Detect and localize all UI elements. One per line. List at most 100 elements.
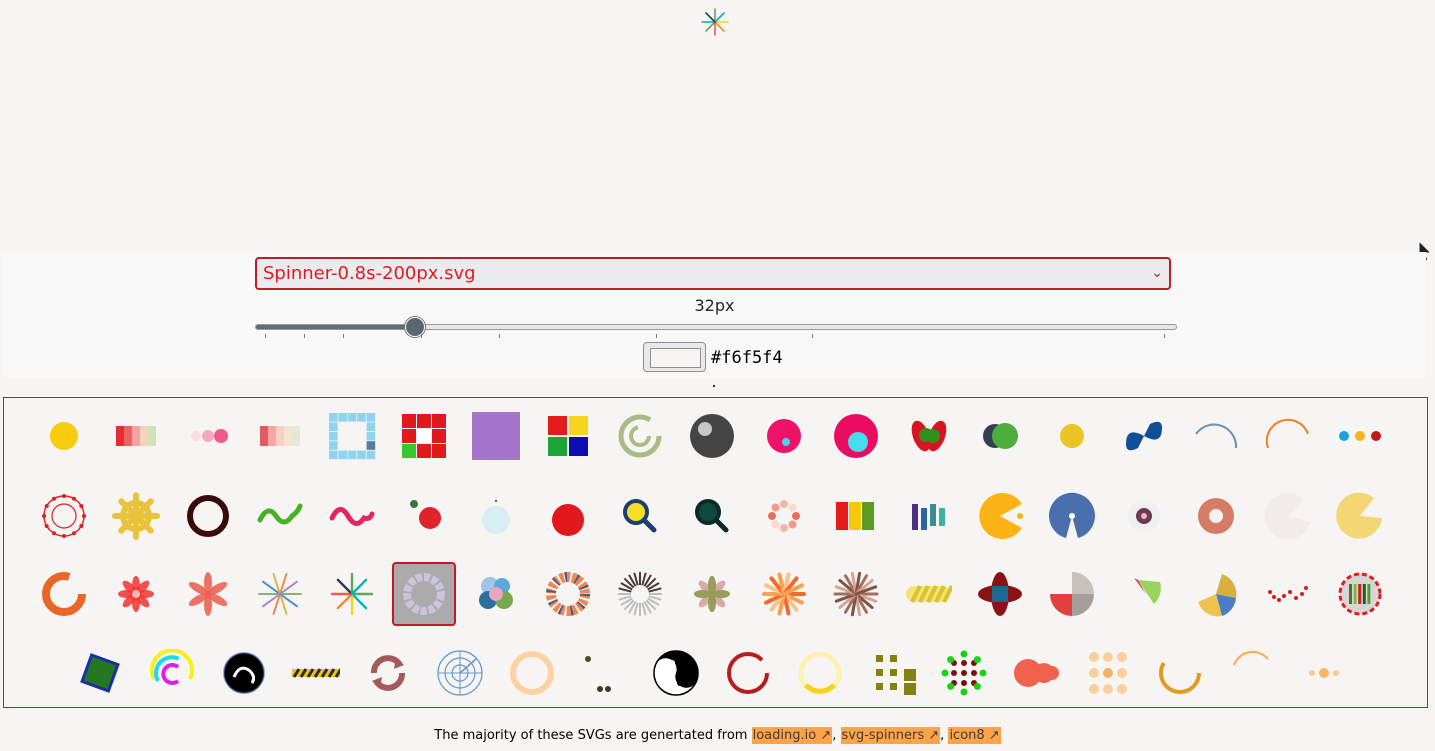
spinner-option-lavender-ring[interactable] <box>392 562 456 626</box>
spinner-option-radar[interactable] <box>428 641 492 705</box>
spinner-option-cross-quad[interactable] <box>968 562 1032 626</box>
spinner-option-yellow-sun[interactable] <box>104 484 168 548</box>
slider-tick <box>812 334 813 338</box>
spinner-option-red-network[interactable] <box>32 484 96 548</box>
footer-text: The majority of these SVGs are genertate… <box>434 728 752 743</box>
cross-quad-icon <box>978 572 1022 616</box>
pale-ring-icon <box>798 651 842 695</box>
spinner-option-brown-burst[interactable] <box>824 562 888 626</box>
spinner-option-pink-wave[interactable] <box>320 484 384 548</box>
spinner-option-green-wave[interactable] <box>248 484 312 548</box>
spinner-option-green-wedge[interactable] <box>1112 562 1176 626</box>
spinner-option-eye-circle[interactable] <box>1112 484 1176 548</box>
spinner-option-blue-blobs[interactable] <box>464 562 528 626</box>
spinner-option-dark-ring[interactable] <box>176 484 240 548</box>
spinner-option-color-squares[interactable] <box>536 404 600 468</box>
spinner-option-orange-arc-ring[interactable] <box>32 562 96 626</box>
spinner-option-yin-yang[interactable] <box>644 641 708 705</box>
spinner-option-pink-dots[interactable] <box>176 404 240 468</box>
spinner-option-search-yellow[interactable] <box>608 484 672 548</box>
spinner-option-dark-green-pair[interactable] <box>968 404 1032 468</box>
spinner-option-small-dots[interactable] <box>572 641 636 705</box>
spinner-option-thin-arc[interactable] <box>1220 641 1284 705</box>
spinner-option-red-green-bean[interactable] <box>896 404 960 468</box>
spinner-option-star-burst-spinner[interactable] <box>320 562 384 626</box>
spinner-option-yellow-dot[interactable] <box>1040 404 1104 468</box>
purple-square-icon <box>472 412 520 460</box>
slider-tick <box>656 334 657 338</box>
spinner-option-green-red-dots[interactable] <box>932 641 996 705</box>
spinner-option-dark-ball[interactable] <box>680 404 744 468</box>
spinner-option-star-spinner[interactable] <box>248 562 312 626</box>
loading-io-link[interactable]: loading.io ↗ <box>751 727 833 744</box>
blue-pie-icon <box>1049 492 1095 538</box>
spinner-option-circle-pulse[interactable] <box>32 404 96 468</box>
c-arrow-icon <box>618 414 662 458</box>
green-wave-icon <box>257 503 303 525</box>
spinner-file-select[interactable]: Spinner-0.8s-200px.svg ⌄ <box>255 257 1171 290</box>
spinner-option-striped-donut[interactable] <box>536 562 600 626</box>
spinner-option-orange-arc[interactable] <box>1256 404 1320 468</box>
spinner-option-pie-segments[interactable] <box>1040 562 1104 626</box>
thin-arc-icon <box>1233 650 1269 666</box>
spinner-option-pale-pie[interactable] <box>1256 484 1320 548</box>
spinner-option-search-green[interactable] <box>680 484 744 548</box>
spinner-option-olive-squares[interactable] <box>860 641 924 705</box>
spinner-option-striped-capsule[interactable] <box>896 562 960 626</box>
spinner-option-coral-flower[interactable] <box>176 562 240 626</box>
spinner-option-red-ring[interactable] <box>716 641 780 705</box>
spinner-option-red-blobs[interactable] <box>1004 641 1068 705</box>
spinner-option-blue-arc[interactable] <box>1184 404 1248 468</box>
spinner-option-red-circle[interactable] <box>536 484 600 548</box>
spinner-option-small-blue-circle[interactable] <box>464 484 528 548</box>
spinner-option-caution-stripe[interactable] <box>284 641 348 705</box>
color-squares-icon <box>548 416 588 456</box>
spinner-option-peach-ring[interactable] <box>500 641 564 705</box>
size-slider[interactable] <box>255 317 1177 337</box>
search-yellow-icon <box>623 499 657 533</box>
spinner-option-bar-chart[interactable] <box>896 484 960 548</box>
slider-tick <box>499 334 500 338</box>
spinner-option-two-balls[interactable] <box>392 484 456 548</box>
spinner-option-purple-square[interactable] <box>464 404 528 468</box>
spinner-option-color-pie[interactable] <box>1184 562 1248 626</box>
spinner-option-black-blob[interactable] <box>212 641 276 705</box>
spinner-option-red-blocks[interactable] <box>392 404 456 468</box>
spinner-option-red-flower[interactable] <box>104 562 168 626</box>
spinner-option-peach-dot-grid[interactable] <box>1076 641 1140 705</box>
spinner-option-radial-lines[interactable] <box>608 562 672 626</box>
spinner-option-cyan-magenta-arcs[interactable] <box>140 641 204 705</box>
size-slider-thumb[interactable] <box>405 317 425 337</box>
spinner-option-peach-dots-row[interactable] <box>1292 641 1356 705</box>
black-blob-icon <box>223 652 265 694</box>
spinner-option-pink-cyan-circle[interactable] <box>824 404 888 468</box>
spinner-option-barrel-ring[interactable] <box>1328 562 1392 626</box>
spinner-option-pacman-yellow[interactable] <box>968 484 1032 548</box>
spinner-option-color-bars[interactable] <box>824 484 888 548</box>
spinner-option-blue-infinity[interactable] <box>1112 404 1176 468</box>
spinner-option-red-dots-wave[interactable] <box>1256 562 1320 626</box>
spinner-option-pink-circle-dots[interactable] <box>752 484 816 548</box>
spinner-option-blue-pie[interactable] <box>1040 484 1104 548</box>
icon8-link[interactable]: icon8 ↗ <box>948 727 1001 744</box>
spinner-option-blue-diamond[interactable] <box>68 641 132 705</box>
spinner-option-pastel-bars[interactable] <box>248 404 312 468</box>
spinner-option-pale-ring[interactable] <box>788 641 852 705</box>
spinner-option-three-dots[interactable] <box>1328 404 1392 468</box>
bar-chart-icon <box>912 504 945 530</box>
spinner-option-orange-burst[interactable] <box>752 562 816 626</box>
spinner-option-pink-ring-ball[interactable] <box>752 404 816 468</box>
spinner-option-blue-square-grid[interactable] <box>320 404 384 468</box>
spinner-option-salmon-donut[interactable] <box>1184 484 1248 548</box>
svg-spinners-link[interactable]: svg-spinners ↗ <box>840 727 941 744</box>
gradient-bars-icon <box>116 426 156 446</box>
leaf-spinner-icon <box>694 576 730 612</box>
spinner-option-refresh-arrows[interactable] <box>356 641 420 705</box>
spinner-option-c-arrow[interactable] <box>608 404 672 468</box>
spinner-option-orange-ring[interactable] <box>1148 641 1212 705</box>
spinner-option-leaf-spinner[interactable] <box>680 562 744 626</box>
spinner-option-gradient-bars[interactable] <box>104 404 168 468</box>
spinner-option-yellow-pie[interactable] <box>1328 484 1392 548</box>
pink-cyan-circle-icon <box>834 414 878 458</box>
background-color-picker[interactable] <box>643 342 706 372</box>
